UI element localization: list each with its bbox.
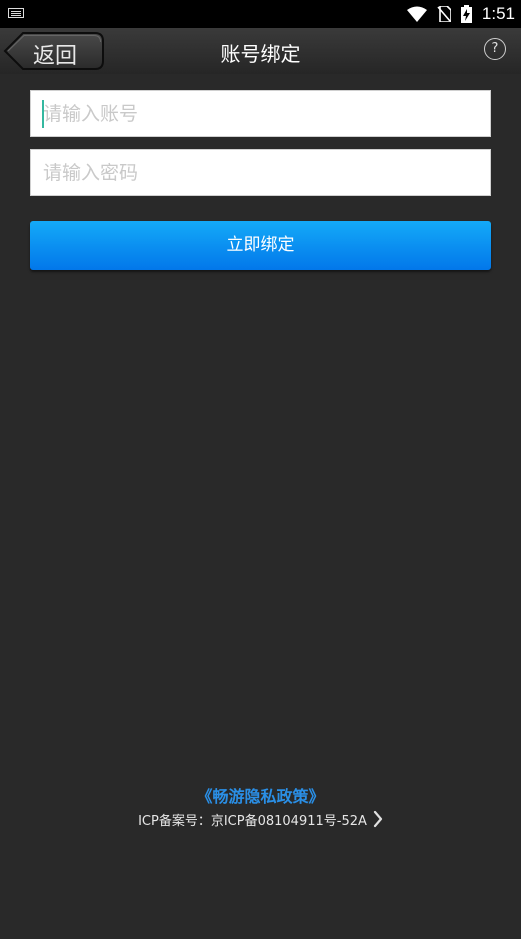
password-field-container — [30, 149, 491, 196]
no-sim-icon — [437, 6, 451, 22]
chevron-right-icon[interactable] — [373, 810, 383, 828]
wifi-icon — [406, 6, 427, 22]
help-button[interactable]: ? — [484, 38, 506, 60]
keyboard-icon — [8, 8, 24, 18]
page-title: 账号绑定 — [220, 42, 301, 66]
icp-record-text: ICP备案号：京ICP备08104911号-52A — [138, 813, 367, 829]
account-input[interactable] — [31, 91, 490, 136]
bind-now-button[interactable]: 立即绑定 — [30, 221, 491, 270]
icp-record-row[interactable]: ICP备案号：京ICP备08104911号-52A — [0, 808, 521, 830]
status-icons: 1:51 — [406, 3, 515, 25]
text-cursor — [42, 100, 44, 128]
account-field-container — [30, 90, 491, 137]
status-bar: 1:51 — [0, 0, 521, 28]
title-bar: 返回 账号绑定 ? — [0, 28, 521, 74]
password-input[interactable] — [31, 150, 490, 195]
battery-charging-icon — [460, 5, 472, 23]
privacy-policy-link[interactable]: 《畅游隐私政策》 — [0, 783, 521, 807]
clock: 1:51 — [481, 4, 515, 23]
